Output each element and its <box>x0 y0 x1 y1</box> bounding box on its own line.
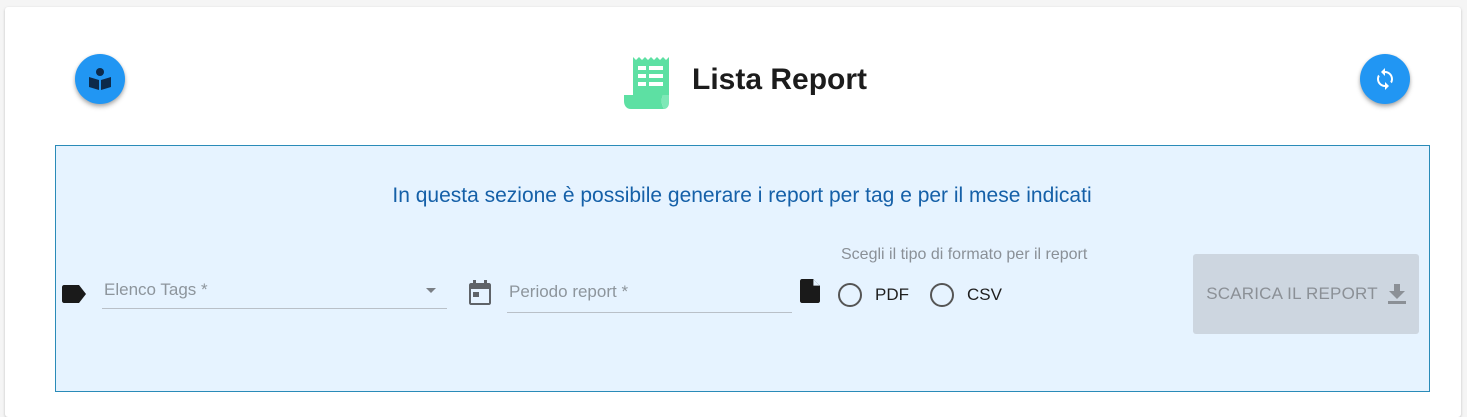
download-button-label: SCARICA IL REPORT <box>1206 284 1378 303</box>
radio-csv[interactable] <box>930 283 954 307</box>
format-label: Scegli il tipo di formato per il report <box>841 246 1088 263</box>
radio-pdf-label[interactable]: PDF <box>875 285 909 305</box>
refresh-button[interactable] <box>1360 54 1410 104</box>
page-title: Lista Report <box>692 63 868 96</box>
calendar-icon <box>469 280 491 305</box>
tags-placeholder: Elenco Tags * <box>104 280 208 299</box>
file-icon <box>800 279 820 303</box>
intro-text: In questa sezione è possibile generare i… <box>392 184 1092 207</box>
period-input[interactable]: Periodo report * <box>507 278 792 313</box>
tag-icon <box>62 285 86 303</box>
download-icon <box>1387 284 1406 304</box>
refresh-icon <box>1377 68 1393 90</box>
guide-button[interactable] <box>75 54 125 104</box>
receipt-icon <box>624 57 669 109</box>
radio-csv-label[interactable]: CSV <box>967 285 1002 305</box>
tags-select[interactable]: Elenco Tags * <box>102 276 447 309</box>
chevron-down-icon <box>426 288 436 293</box>
download-report-button[interactable]: SCARICA IL REPORT <box>1193 254 1419 334</box>
radio-pdf[interactable] <box>838 283 862 307</box>
period-placeholder: Periodo report * <box>509 282 629 301</box>
book-reader-icon <box>89 68 111 90</box>
